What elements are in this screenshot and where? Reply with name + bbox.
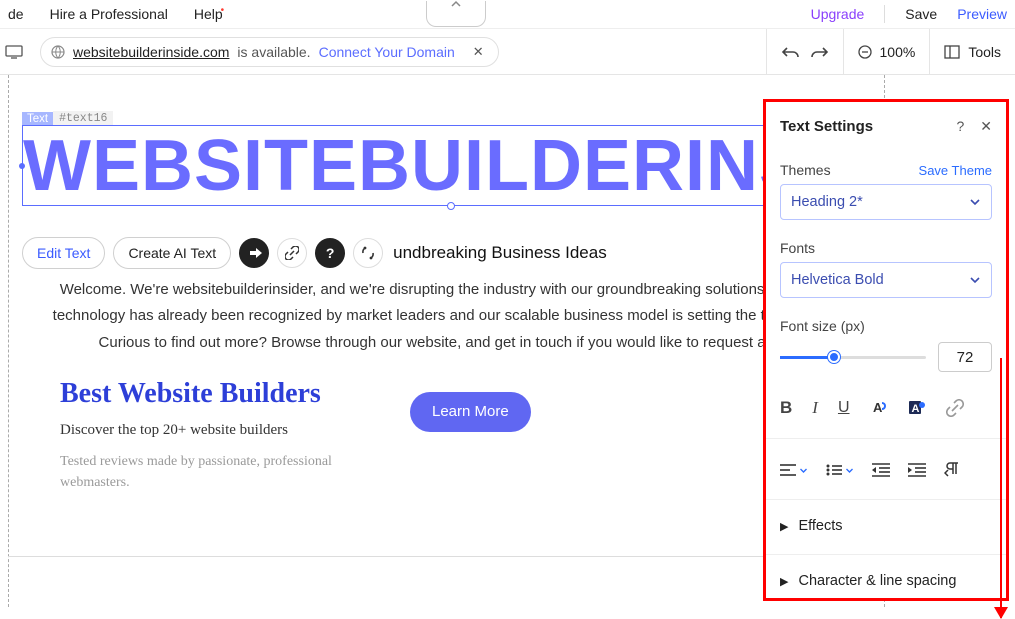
themes-label: Themes (780, 162, 831, 178)
help-icon[interactable]: ? (315, 238, 345, 268)
chevron-up-icon (450, 0, 462, 10)
element-tag[interactable]: Text #text16 (22, 111, 113, 126)
theme-select[interactable]: Heading 2* (780, 184, 992, 220)
domain-name: websitebuilderinside.com (73, 44, 229, 60)
create-ai-text-button[interactable]: Create AI Text (113, 237, 231, 269)
annotation-arrow (1000, 358, 1002, 618)
device-desktop-icon[interactable] (0, 45, 28, 59)
top-right-actions: Upgrade Save Preview (811, 5, 1007, 23)
menu-help[interactable]: Help• (194, 6, 226, 22)
collapse-tab[interactable] (426, 1, 486, 27)
panel-help-icon[interactable]: ? (956, 118, 964, 134)
link-icon[interactable] (277, 238, 307, 268)
element-type-label: Text (22, 112, 53, 126)
menu-mode[interactable]: de (8, 6, 24, 22)
zoom-control[interactable]: 100% (843, 29, 930, 74)
heading-text[interactable]: WEBSITEBUILDERINSIDER (23, 130, 879, 203)
card-description: Tested reviews made by passionate, profe… (60, 451, 370, 493)
svg-text:A: A (873, 400, 883, 415)
outdent-icon[interactable] (872, 461, 890, 479)
chevron-down-icon (969, 196, 981, 208)
font-select[interactable]: Helvetica Bold (780, 262, 992, 298)
divider (884, 5, 885, 23)
domain-pill: websitebuilderinside.com is available. C… (40, 37, 499, 67)
close-icon[interactable]: ✕ (473, 44, 484, 60)
slider-thumb[interactable] (828, 351, 840, 363)
fontsize-label: Font size (px) (780, 318, 992, 334)
domain-availability: is available. (237, 44, 310, 60)
text-settings-panel: Text Settings ? ✕ Themes Save Theme Head… (763, 99, 1009, 601)
secondary-toolbar: websitebuilderinside.com is available. C… (0, 29, 1015, 75)
save-theme-link[interactable]: Save Theme (919, 163, 992, 178)
menu-hire[interactable]: Hire a Professional (50, 6, 168, 22)
svg-text:A: A (911, 403, 919, 415)
link-format-icon[interactable] (946, 399, 964, 417)
highlight-color-icon[interactable]: A (908, 399, 926, 417)
top-menu-bar: de Hire a Professional Help• Upgrade Sav… (0, 0, 1015, 29)
preview-button[interactable]: Preview (957, 6, 1007, 22)
element-id-label: #text16 (53, 111, 113, 126)
fontsize-slider[interactable] (780, 356, 926, 359)
intro-paragraph-3[interactable]: Curious to find out more? Browse through… (30, 330, 855, 356)
expand-triangle-icon: ▶ (780, 520, 788, 533)
animation-icon[interactable] (239, 238, 269, 268)
zoom-value: 100% (880, 44, 916, 60)
notification-dot: • (221, 5, 225, 16)
chevron-down-icon (799, 466, 808, 475)
guide-left (8, 75, 12, 607)
undo-icon[interactable] (781, 45, 799, 59)
underline-button[interactable]: U (838, 399, 850, 417)
chevron-down-icon (969, 274, 981, 286)
effects-section[interactable]: ▶ Effects (780, 518, 992, 534)
resize-handle-bottom[interactable] (447, 202, 455, 210)
editor-canvas[interactable]: Text #text16 WEBSITEBUILDERINSIDER Edit … (0, 75, 1015, 607)
intro-paragraph-1[interactable]: Welcome. We're websitebuilderinsider, an… (30, 277, 855, 303)
panel-close-icon[interactable]: ✕ (980, 118, 992, 135)
text-direction-icon[interactable] (944, 461, 962, 479)
settings-icon[interactable] (353, 238, 383, 268)
heading-tail-text: undbreaking Business Ideas (393, 243, 607, 263)
intro-paragraph-2[interactable]: technology has already been recognized b… (30, 303, 855, 329)
layout-icon (944, 45, 960, 59)
card-title: Best Website Builders (60, 378, 370, 410)
list-button[interactable] (826, 464, 854, 476)
element-toolbar: Edit Text Create AI Text ? undbreaking B… (22, 237, 607, 269)
chevron-down-icon (845, 466, 854, 475)
theme-selected: Heading 2* (791, 194, 863, 210)
expand-triangle-icon: ▶ (780, 575, 788, 588)
card-subtitle: Discover the top 20+ website builders (60, 422, 370, 439)
learn-more-button[interactable]: Learn More (410, 392, 531, 432)
top-menu: de Hire a Professional Help• (8, 6, 226, 22)
fontsize-input[interactable]: 72 (938, 342, 992, 372)
align-button[interactable] (780, 464, 808, 476)
indent-icon[interactable] (908, 461, 926, 479)
undo-redo-group (766, 29, 843, 74)
spacing-section[interactable]: ▶ Character & line spacing (780, 573, 992, 589)
text-color-icon[interactable]: A (870, 399, 888, 417)
upgrade-link[interactable]: Upgrade (811, 6, 865, 22)
fonts-label: Fonts (780, 240, 992, 256)
save-button[interactable]: Save (905, 6, 937, 22)
panel-title: Text Settings (780, 118, 873, 135)
format-row: B I U A A (780, 398, 992, 418)
italic-button[interactable]: I (812, 398, 818, 418)
alignment-row (780, 461, 992, 479)
globe-icon (51, 45, 65, 59)
resize-handle-left[interactable] (19, 163, 25, 169)
edit-text-button[interactable]: Edit Text (22, 237, 105, 269)
tools-menu[interactable]: Tools (929, 29, 1015, 74)
page-body-content: Welcome. We're websitebuilderinsider, an… (30, 277, 855, 493)
font-selected: Helvetica Bold (791, 272, 884, 288)
selected-text-element[interactable]: WEBSITEBUILDERINSIDER (22, 125, 880, 206)
redo-icon[interactable] (811, 45, 829, 59)
bold-button[interactable]: B (780, 398, 792, 418)
feature-card[interactable]: Best Website Builders Discover the top 2… (60, 378, 370, 493)
zoom-out-icon (858, 45, 872, 59)
connect-domain-link[interactable]: Connect Your Domain (319, 44, 455, 60)
